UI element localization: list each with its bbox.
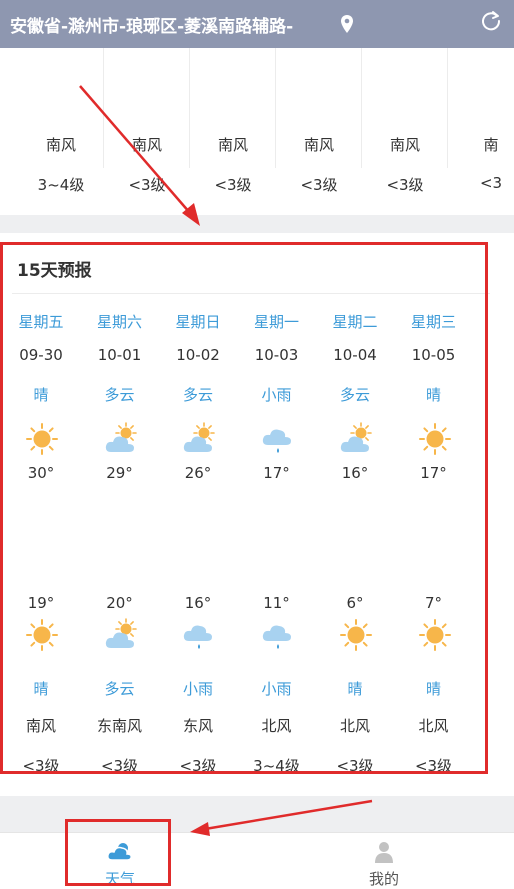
wind-direction: 南风 xyxy=(131,136,162,154)
wind-column: 南风 <3级 xyxy=(190,48,276,215)
annotation-box-weather-tab xyxy=(65,819,171,886)
wind-level: <3级 xyxy=(386,176,424,194)
location-header: 安徽省-滁州市-琅琊区-菱溪南路辅路- xyxy=(0,0,514,48)
location-text[interactable]: 安徽省-滁州市-琅琊区-菱溪南路辅路- xyxy=(10,12,293,37)
wind-level: <3级 xyxy=(300,176,338,194)
tab-mine-label: 我的 xyxy=(368,870,399,888)
wind-level: <3级 xyxy=(128,176,166,194)
weather-app: 安徽省-滁州市-琅琊区-菱溪南路辅路- 南风 3~4级 南风 <3级 南风 <3级 南风 <3… xyxy=(0,0,514,889)
tab-mine[interactable]: 我的 xyxy=(284,833,484,889)
wind-column: 南 <3 xyxy=(448,48,514,215)
hourly-wind-strip[interactable]: 南风 3~4级 南风 <3级 南风 <3级 南风 <3级 南风 <3级 南 <3 xyxy=(0,48,514,215)
wind-column: 南风 <3级 xyxy=(104,48,190,215)
wind-level: <3级 xyxy=(214,176,252,194)
refresh-icon[interactable] xyxy=(480,10,502,32)
location-pin-icon[interactable] xyxy=(340,14,354,34)
wind-column: 南风 <3级 xyxy=(362,48,448,215)
wind-direction: 南 xyxy=(483,136,499,154)
wind-level: 3~4级 xyxy=(37,176,85,194)
wind-column: 南风 <3级 xyxy=(276,48,362,215)
wind-direction: 南风 xyxy=(45,136,76,154)
wind-direction: 南风 xyxy=(389,136,420,154)
user-icon xyxy=(375,842,393,863)
annotation-box-forecast xyxy=(0,242,488,774)
wind-direction: 南风 xyxy=(217,136,248,154)
annotation-arrow-line xyxy=(204,799,373,831)
wind-level: <3 xyxy=(479,174,503,192)
wind-column: 南风 3~4级 xyxy=(18,48,104,215)
wind-direction: 南风 xyxy=(303,136,334,154)
